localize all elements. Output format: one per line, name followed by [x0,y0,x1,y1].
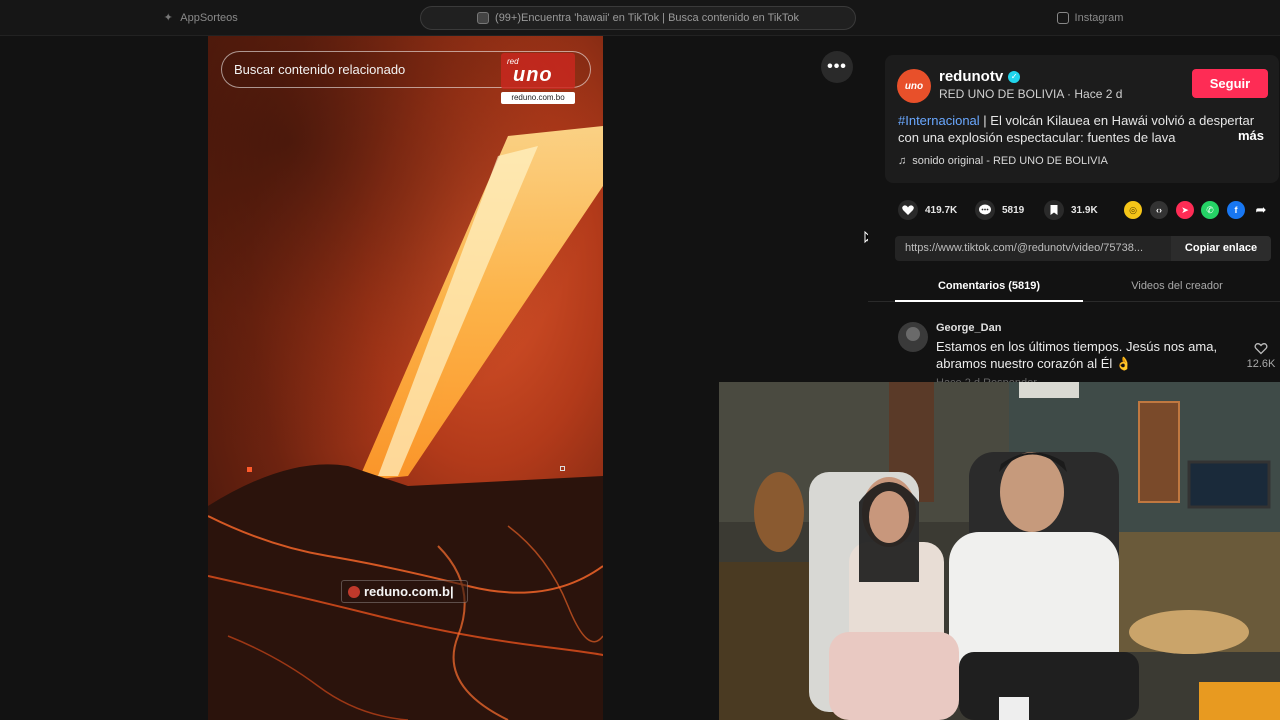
webcam-overlay [719,382,1280,720]
comment-icon [975,200,995,220]
heart-outline-icon [1254,343,1268,355]
save-button[interactable]: 31.9K [1044,198,1098,222]
comment-like-button[interactable]: 12.6K [1244,340,1278,370]
heart-icon [898,200,918,220]
reduno-logo: red uno [501,53,575,89]
sound-link[interactable]: ♫ sonido original - RED UNO DE BOLIVIA [898,155,1108,167]
facebook-icon[interactable]: f [1227,201,1245,219]
like-count: 419.7K [925,204,958,216]
follow-button[interactable]: Seguir [1192,69,1268,98]
comment-item: George_Dan Estamos en los últimos tiempo… [868,318,1280,388]
share-arrow-icon[interactable]: ➦ [1252,201,1270,219]
sound-label: sonido original - RED UNO DE BOLIVIA [912,155,1108,167]
tab-label: (99+)Encuentra 'hawaii' en TikTok | Busc… [495,12,799,24]
logo-uno-text: uno [513,64,553,86]
tab-comments[interactable]: Comentarios (5819) [895,272,1083,302]
tab-creator-videos[interactable]: Videos del creador [1083,272,1271,302]
instagram-icon [1056,12,1069,24]
avatar-text: uno [904,80,924,92]
tab-instagram[interactable]: Instagram [1000,6,1180,30]
browser-tab-strip: ✦ AppSorteos (99+)Encuentra 'hawaii' en … [0,0,1280,36]
like-button[interactable]: 419.7K [898,198,957,222]
watermark: reduno.com.b| [341,580,468,603]
action-bar: 419.7K 5819 31.9K ◎ ‹› ➤ ✆ f ➦ [898,198,1278,222]
username-link[interactable]: redunotv ✓ [939,68,1021,85]
video-url[interactable]: https://www.tiktok.com/@redunotv/video/7… [905,236,1167,261]
watermark-text: reduno.com.b| [364,584,454,599]
author-meta: RED UNO DE BOLIVIA · Hace 2 d [939,87,1123,101]
spark [247,467,252,472]
follow-label: Seguir [1209,76,1251,91]
more-options-button[interactable]: ••• [821,51,853,83]
copy-link-button[interactable]: Copiar enlace [1171,236,1271,261]
avatar[interactable]: uno [897,69,931,103]
send-icon[interactable]: ➤ [1176,201,1194,219]
username: redunotv [939,68,1004,85]
commenter-name[interactable]: George_Dan [936,322,1001,334]
more-dots: ••• [827,58,847,75]
logo-url: reduno.com.bo [501,92,575,104]
tab-tiktok-search[interactable]: (99+)Encuentra 'hawaii' en TikTok | Busc… [420,6,856,30]
webcam-scene [719,382,1280,720]
spark [560,466,565,471]
search-placeholder: Buscar contenido relacionado [234,62,406,77]
verified-badge-icon: ✓ [1008,70,1021,83]
comment-like-count: 12.6K [1246,358,1276,370]
link-bar: https://www.tiktok.com/@redunotv/video/7… [895,236,1271,261]
tab-label: Instagram [1074,12,1124,24]
commenter-avatar[interactable] [898,322,928,352]
globe-icon [348,585,360,598]
lava-flow-lines [208,515,603,720]
tiktok-icon [477,12,490,24]
music-note-icon: ♫ [898,155,907,167]
screen: ✦ AppSorteos (99+)Encuentra 'hawaii' en … [0,0,1280,720]
video-player[interactable]: Buscar contenido relacionado red uno red… [208,36,603,720]
tab-label: AppSorteos [180,12,238,24]
comment-button[interactable]: 5819 [975,198,1024,222]
more-description-button[interactable]: más [1238,128,1264,143]
hashtag-link[interactable]: #Internacional [898,113,980,128]
bookmark-icon [1044,200,1064,220]
comment-text: Estamos en los últimos tiempos. Jesús no… [936,339,1218,371]
whatsapp-icon[interactable]: ✆ [1201,201,1219,219]
tab-appsorteos[interactable]: ✦ AppSorteos [120,6,280,30]
appsorteos-icon: ✦ [163,12,173,24]
comment-tabs: Comentarios (5819) Videos del creador [868,272,1280,302]
comment-count: 5819 [1002,204,1025,216]
save-count: 31.9K [1071,204,1098,216]
post-description: #Internacional | El volcán Kilauea en Ha… [898,112,1268,146]
coin-icon[interactable]: ◎ [1124,201,1142,219]
embed-icon[interactable]: ‹› [1150,201,1168,219]
post-info-card: uno redunotv ✓ RED UNO DE BOLIVIA · Hace… [885,55,1279,183]
